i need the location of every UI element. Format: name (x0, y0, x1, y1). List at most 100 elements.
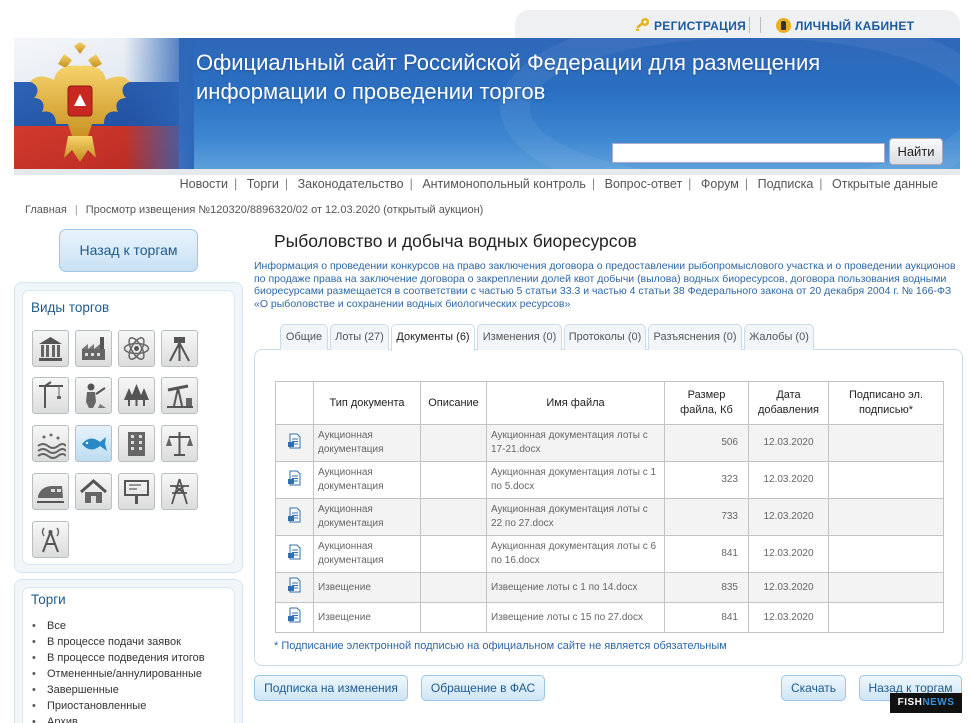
tab-documents[interactable]: Документы (6) (391, 324, 475, 351)
fish-icon[interactable] (75, 425, 112, 462)
file-size-cell: 841 (664, 535, 749, 573)
file-icon-cell[interactable] (275, 572, 314, 603)
back-to-torgi-button[interactable]: Назад к торгам (59, 229, 198, 272)
bank-icon[interactable] (32, 330, 69, 367)
table-row: Аукционная документация Аукционная докуме… (275, 461, 944, 499)
forest-icon[interactable] (118, 377, 155, 414)
description-cell (420, 535, 487, 573)
nav-news[interactable]: Новости (180, 177, 228, 191)
breadcrumb: Главная | Просмотр извещения №120320/88963… (25, 204, 484, 216)
date-cell: 12.03.2020 (748, 572, 829, 603)
date-cell: 12.03.2020 (748, 498, 829, 536)
signed-cell (828, 461, 944, 499)
nav-faq[interactable]: Вопрос-ответ (605, 177, 683, 191)
document-icon[interactable] (287, 507, 303, 523)
file-size-cell: 835 (664, 572, 749, 603)
nav-open-data[interactable]: Открытые данные (832, 177, 938, 191)
file-icon-cell[interactable] (275, 602, 314, 633)
factory-icon[interactable] (75, 330, 112, 367)
scales-icon[interactable] (161, 425, 198, 462)
table-header: Тип документа Описание Имя файла Размер … (275, 381, 944, 425)
search-input[interactable] (612, 143, 885, 163)
torgi-item-completed[interactable]: Завершенные (47, 682, 205, 698)
power-line-icon[interactable] (161, 473, 198, 510)
nav-torgi[interactable]: Торги (247, 177, 279, 191)
tab-changes[interactable]: Изменения (0) (477, 324, 562, 350)
fas-appeal-button[interactable]: Обращение в ФАС (421, 675, 545, 701)
col-date-added: Дата добавления (748, 381, 829, 425)
download-button[interactable]: Скачать (781, 675, 846, 701)
document-icon[interactable] (287, 544, 303, 560)
torgi-item-all[interactable]: Все (47, 618, 205, 634)
atom-icon[interactable] (118, 330, 155, 367)
miner-icon[interactable] (75, 377, 112, 414)
signed-cell (828, 424, 944, 462)
antenna-icon[interactable] (32, 521, 69, 558)
crane-icon[interactable] (32, 377, 69, 414)
main-nav: Новости | Торги | Законодательство | Антимо… (179, 177, 938, 191)
subscribe-button[interactable]: Подписка на изменения (254, 675, 408, 701)
signature-note: * Подписание электронной подписью на офи… (274, 640, 727, 652)
file-icon-cell[interactable] (275, 461, 314, 499)
description-cell (420, 498, 487, 536)
oil-pump-icon[interactable] (161, 377, 198, 414)
torgi-list: Все В процессе подачи заявок В процессе … (47, 618, 205, 723)
building-icon[interactable] (118, 425, 155, 462)
nav-antimonopoly[interactable]: Антимонопольный контроль (422, 177, 586, 191)
theodolite-icon[interactable] (161, 330, 198, 367)
doc-type-cell: Аукционная документация (313, 498, 421, 536)
col-file-name: Имя файла (486, 381, 665, 425)
divider (749, 17, 761, 33)
doc-type-cell: Извещение (313, 572, 421, 603)
doc-type-cell: Извещение (313, 602, 421, 633)
tab-general[interactable]: Общие (280, 324, 328, 350)
description-cell (420, 572, 487, 603)
search-button[interactable]: Найти (889, 138, 943, 165)
file-size-cell: 506 (664, 424, 749, 462)
train-icon[interactable] (32, 473, 69, 510)
water-icon[interactable] (32, 425, 69, 462)
info-text: Информация о проведении конкурсов на пра… (254, 260, 956, 310)
file-icon-cell[interactable] (275, 535, 314, 573)
document-icon[interactable] (287, 607, 303, 623)
torgi-item-cancelled[interactable]: Отмененные/аннулированные (47, 666, 205, 682)
torgi-item-applying[interactable]: В процессе подачи заявок (47, 634, 205, 650)
document-icon[interactable] (287, 433, 303, 449)
watermark-logo: FISHNEWS (890, 693, 962, 713)
page-title: Рыболовство и добыча водных биоресурсов (274, 231, 637, 251)
register-link[interactable]: РЕГИСТРАЦИЯ (654, 19, 746, 33)
file-size-cell: 841 (664, 602, 749, 633)
site-title: Официальный сайт Российской Федерации дл… (196, 48, 896, 106)
description-cell (420, 461, 487, 499)
file-name-cell[interactable]: Аукционная документация лоты с 17-21.doc… (486, 424, 665, 462)
file-name-cell[interactable]: Извещение лоты с 15 по 27.docx (486, 602, 665, 633)
file-name-cell[interactable]: Аукционная документация лоты с 1 по 5.do… (486, 461, 665, 499)
document-icon[interactable] (287, 470, 303, 486)
doc-type-cell: Аукционная документация (313, 461, 421, 499)
breadcrumb-home[interactable]: Главная (25, 204, 67, 216)
file-name-cell[interactable]: Аукционная документация лоты с 6 по 16.d… (486, 535, 665, 573)
nav-subscription[interactable]: Подписка (758, 177, 814, 191)
file-icon-cell[interactable] (275, 498, 314, 536)
file-icon-cell[interactable] (275, 424, 314, 462)
torgi-item-suspended[interactable]: Приостановленные (47, 698, 205, 714)
nav-legislation[interactable]: Законодательство (298, 177, 404, 191)
cabinet-link[interactable]: ЛИЧНЫЙ КАБИНЕТ (795, 19, 914, 33)
torgi-item-results[interactable]: В процессе подведения итогов (47, 650, 205, 666)
nav-forum[interactable]: Форум (701, 177, 739, 191)
tab-complaints[interactable]: Жалобы (0) (744, 324, 814, 350)
billboard-icon[interactable] (118, 473, 155, 510)
tab-clarifications[interactable]: Разъяснения (0) (648, 324, 742, 350)
torgi-title: Торги (31, 592, 66, 607)
file-name-cell[interactable]: Извещение лоты с 1 по 14.docx (486, 572, 665, 603)
documents-table: Тип документа Описание Имя файла Размер … (275, 381, 944, 633)
table-row: Извещение Извещение лоты с 1 по 14.docx 83… (275, 572, 944, 603)
torgi-item-archive[interactable]: Архив (47, 714, 205, 723)
tab-protocols[interactable]: Протоколы (0) (564, 324, 646, 350)
house-icon[interactable] (75, 473, 112, 510)
file-name-cell[interactable]: Аукционная документация лоты с 22 по 27.… (486, 498, 665, 536)
tab-lots[interactable]: Лоты (27) (330, 324, 389, 350)
document-icon[interactable] (287, 577, 303, 593)
signed-cell (828, 602, 944, 633)
coat-of-arms-icon (30, 42, 130, 162)
